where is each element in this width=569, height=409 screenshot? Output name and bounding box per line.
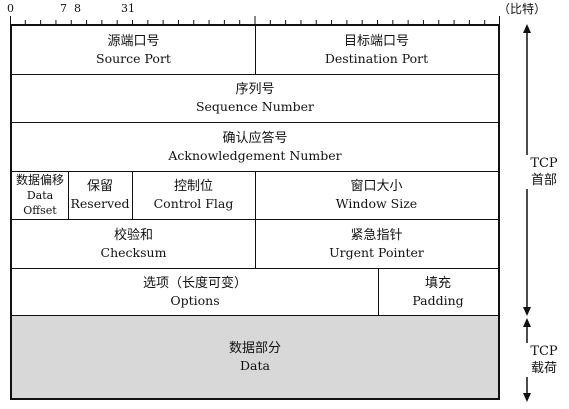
padding-en: Padding (412, 292, 464, 308)
field-padding: 填充 Padding (378, 268, 498, 315)
reserved-zh: 保留 (86, 179, 113, 194)
field-reserved: 保留 Reserved (68, 171, 132, 219)
sequence-number-en: Sequence Number (195, 99, 315, 114)
field-data-offset: 数据偏移 Data Offset (12, 171, 68, 219)
ack-number-zh: 确认应答号 (222, 130, 288, 146)
ack-number-en: Acknowledgement Number (168, 147, 342, 163)
header-side-label-line2: 首部 (522, 172, 566, 189)
payload-side-label-line2: 载荷 (522, 360, 566, 377)
field-sequence-number: 序列号 Sequence Number (12, 74, 498, 122)
header-side-label-line1: TCP (522, 155, 566, 172)
window-size-zh: 窗口大小 (350, 179, 403, 194)
bit-label-3: 7 (60, 2, 67, 15)
destination-port-zh: 目标端口号 (343, 34, 409, 49)
field-checksum: 校验和 Checksum (12, 219, 255, 268)
source-port-en: Source Port (96, 51, 171, 66)
urgent-pointer-zh: 紧急指针 (350, 227, 403, 243)
field-window-size: 窗口大小 Window Size (255, 171, 498, 219)
header-side-label: TCP 首部 (522, 155, 566, 189)
window-size-en: Window Size (335, 196, 418, 211)
field-source-port: 源端口号 Source Port (12, 26, 255, 74)
checksum-en: Checksum (100, 244, 167, 260)
field-urgent-pointer: 紧急指针 Urgent Pointer (255, 219, 498, 268)
source-port-zh: 源端口号 (107, 34, 160, 49)
payload-side-label: TCP 载荷 (522, 343, 566, 377)
bit-label-7: 31 (121, 2, 135, 15)
bit-unit-label: （比特） (498, 2, 547, 16)
field-ack-number: 确认应答号 Acknowledgement Number (12, 122, 498, 171)
field-control-flag: 控制位 Control Flag (132, 171, 255, 219)
field-destination-port: 目标端口号 Destination Port (255, 26, 498, 74)
field-data: 数据部分 Data (12, 316, 498, 398)
reserved-en: Reserved (70, 196, 130, 211)
padding-zh: 填充 (424, 275, 451, 291)
destination-port-en: Destination Port (324, 51, 429, 66)
checksum-zh: 校验和 (113, 227, 153, 243)
bit-label-4: 8 (74, 2, 81, 15)
control-flag-zh: 控制位 (173, 179, 213, 194)
control-flag-en: Control Flag (153, 196, 234, 211)
data-offset-zh: 数据偏移 (15, 173, 64, 187)
field-options: 选项（长度可变） Options (12, 268, 378, 315)
data-en: Data (240, 358, 270, 373)
options-zh: 选项（长度可变） (142, 275, 247, 291)
payload-side-label-line1: TCP (522, 343, 566, 360)
urgent-pointer-en: Urgent Pointer (329, 244, 424, 260)
tcp-segment-frame: 源端口号 Source Port 目标端口号 Destination Port … (10, 24, 500, 400)
sequence-number-zh: 序列号 (235, 82, 275, 97)
data-offset-en: Data Offset (23, 189, 57, 217)
bit-label-0: 0 (7, 2, 14, 15)
data-zh: 数据部分 (228, 341, 281, 356)
options-en: Options (170, 292, 220, 308)
